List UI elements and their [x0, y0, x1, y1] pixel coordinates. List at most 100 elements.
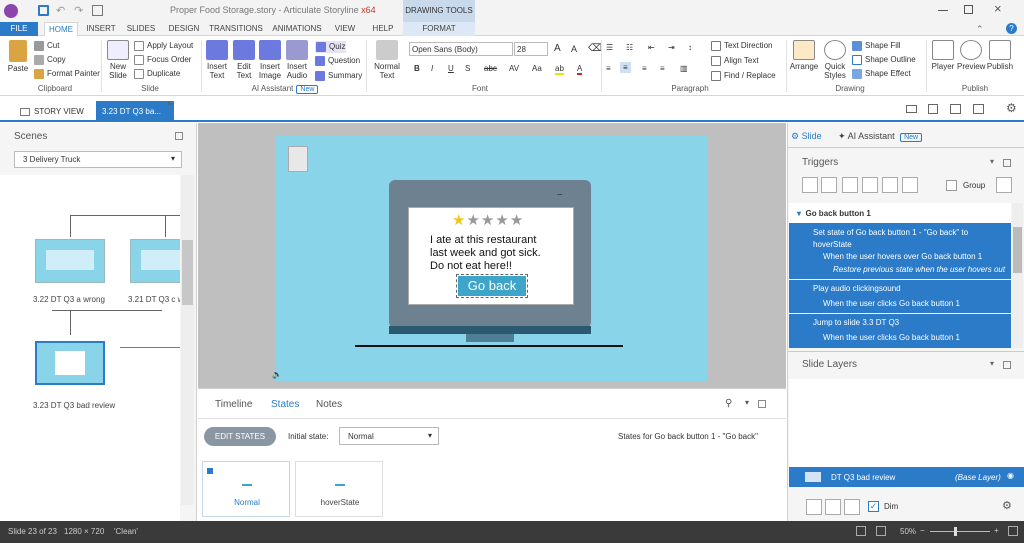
maximize-button[interactable]: [964, 5, 973, 14]
zoom-slider[interactable]: [930, 531, 990, 532]
collapse-ribbon-icon[interactable]: ⌃: [976, 24, 984, 35]
tab-help[interactable]: HELP: [370, 22, 396, 36]
grow-font-icon[interactable]: A: [554, 43, 561, 54]
shape-fill-button[interactable]: Shape Fill: [852, 41, 901, 51]
trigger-group-header[interactable]: ▾ Go back button 1: [797, 209, 871, 218]
edit-states-button[interactable]: EDIT STATES: [204, 427, 276, 446]
bold-icon[interactable]: B: [414, 64, 420, 73]
current-slide-tab[interactable]: 3.23 DT Q3 ba...: [96, 101, 174, 122]
initial-state-select[interactable]: Normal ▾: [339, 427, 439, 445]
zoom-slider-thumb[interactable]: [954, 527, 957, 536]
insert-text-button[interactable]: Insert Text: [204, 40, 230, 80]
tab-format[interactable]: FORMAT: [403, 22, 475, 36]
trigger-scrollbar[interactable]: [1012, 203, 1023, 348]
align-center-icon[interactable]: ≡: [620, 62, 631, 73]
audio-speaker-icon[interactable]: 🔈: [272, 370, 282, 379]
new-layer-icon[interactable]: [806, 499, 822, 515]
save-icon[interactable]: [38, 5, 49, 16]
slide-thumbnail[interactable]: [130, 239, 180, 283]
numbering-icon[interactable]: ☷: [626, 43, 633, 52]
font-color-icon[interactable]: A: [577, 64, 583, 75]
close-button[interactable]: ×: [994, 1, 1002, 16]
tab-notes[interactable]: Notes: [316, 399, 342, 410]
char-spacing-icon[interactable]: AV: [509, 64, 519, 73]
summary-button[interactable]: Summary: [315, 71, 362, 81]
vertical-scrollbar[interactable]: [181, 175, 194, 505]
undo-icon[interactable]: ↶: [56, 4, 65, 17]
copy-button[interactable]: Copy: [34, 55, 66, 65]
tab-view[interactable]: VIEW: [332, 22, 358, 36]
layer-properties-gear-icon[interactable]: ⚙: [1002, 499, 1012, 512]
insert-image-button[interactable]: Insert Image: [257, 40, 283, 80]
duplicate-layer-icon[interactable]: [825, 499, 841, 515]
quick-styles-button[interactable]: Quick Styles: [821, 40, 849, 80]
panel-restore-icon[interactable]: [758, 400, 766, 408]
chevron-down-icon[interactable]: ▾: [745, 398, 749, 407]
shape-outline-button[interactable]: Shape Outline: [852, 55, 916, 65]
base-layer-row[interactable]: DT Q3 bad review (Base Layer) ◉: [789, 467, 1024, 487]
fit-to-window-icon[interactable]: [1008, 526, 1018, 536]
new-slide-button[interactable]: New Slide: [105, 40, 131, 80]
edit-text-button[interactable]: Edit Text: [231, 40, 257, 80]
status-view-icon[interactable]: [876, 526, 886, 536]
strikethrough-icon[interactable]: abc: [484, 64, 497, 73]
zoom-out-icon[interactable]: −: [920, 526, 925, 535]
change-case-icon[interactable]: Aa: [532, 64, 542, 73]
view-slide-icon[interactable]: [928, 104, 938, 114]
find-replace-button[interactable]: Find / Replace: [711, 71, 776, 81]
text-direction-button[interactable]: Text Direction: [711, 41, 772, 51]
redo-icon[interactable]: ↷: [74, 4, 83, 17]
variables-icon[interactable]: [996, 177, 1012, 193]
preview-button[interactable]: Preview: [957, 40, 985, 71]
close-tab-icon[interactable]: ×: [167, 99, 172, 108]
cut-button[interactable]: Cut: [34, 41, 59, 51]
bullets-icon[interactable]: ☰: [606, 43, 613, 52]
panel-restore-icon[interactable]: [1003, 361, 1011, 369]
view-wide-icon[interactable]: [950, 104, 961, 114]
go-back-button[interactable]: Go back: [456, 274, 528, 298]
font-family-select[interactable]: Open Sans (Body): [409, 42, 513, 56]
highlight-icon[interactable]: ab: [555, 64, 564, 75]
pin-icon[interactable]: ⚲: [725, 398, 732, 409]
align-right-icon[interactable]: ≡: [642, 64, 647, 73]
apply-layout-button[interactable]: Apply Layout: [134, 41, 193, 51]
arrange-button[interactable]: Arrange: [789, 40, 819, 71]
chevron-down-icon[interactable]: ▾: [990, 359, 994, 368]
chevron-down-icon[interactable]: ▾: [990, 157, 994, 166]
underline-icon[interactable]: U: [448, 64, 454, 73]
settings-gear-icon[interactable]: ⚙: [1006, 101, 1017, 115]
quiz-button[interactable]: Quiz: [315, 41, 347, 53]
panel-restore-icon[interactable]: [1003, 159, 1011, 167]
shrink-font-icon[interactable]: A: [571, 44, 577, 54]
player-button[interactable]: Player: [929, 40, 957, 71]
zoom-in-icon[interactable]: +: [994, 526, 999, 535]
tab-ai-assistant[interactable]: ✦ AI Assistant New: [838, 131, 923, 142]
story-view-tab[interactable]: STORY VIEW: [14, 101, 90, 122]
scene-select[interactable]: 3 Delivery Truck ▾: [14, 151, 182, 168]
trigger-item[interactable]: Set state of Go back button 1 - "Go back…: [789, 223, 1011, 279]
justify-icon[interactable]: ≡: [660, 64, 665, 73]
panel-restore-icon[interactable]: [175, 132, 183, 140]
tab-slides[interactable]: SLIDES: [124, 22, 158, 36]
edit-trigger-icon[interactable]: [821, 177, 837, 193]
minimize-button[interactable]: [938, 10, 948, 11]
tab-animations[interactable]: ANIMATIONS: [270, 22, 324, 36]
publish-button[interactable]: Publish: [985, 40, 1015, 71]
format-painter-button[interactable]: Format Painter: [34, 69, 100, 79]
tab-timeline[interactable]: Timeline: [215, 399, 252, 410]
delete-trigger-icon[interactable]: [882, 177, 898, 193]
status-view-icon[interactable]: [856, 526, 866, 536]
duplicate-button[interactable]: Duplicate: [134, 69, 180, 79]
delete-layer-icon[interactable]: [844, 499, 860, 515]
shape-effect-button[interactable]: Shape Effect: [852, 69, 911, 79]
line-spacing-icon[interactable]: ↕: [688, 43, 692, 52]
focus-order-button[interactable]: Focus Order: [134, 55, 191, 65]
italic-icon[interactable]: I: [431, 64, 433, 73]
align-text-button[interactable]: Align Text: [711, 56, 759, 66]
state-card-normal[interactable]: Normal: [202, 461, 290, 517]
increase-indent-icon[interactable]: ⇥: [668, 43, 675, 52]
eye-icon[interactable]: ◉: [1007, 471, 1014, 480]
decrease-indent-icon[interactable]: ⇤: [648, 43, 655, 52]
tab-slide[interactable]: ⚙ Slide: [791, 131, 822, 142]
view-panel-icon[interactable]: [973, 104, 984, 114]
